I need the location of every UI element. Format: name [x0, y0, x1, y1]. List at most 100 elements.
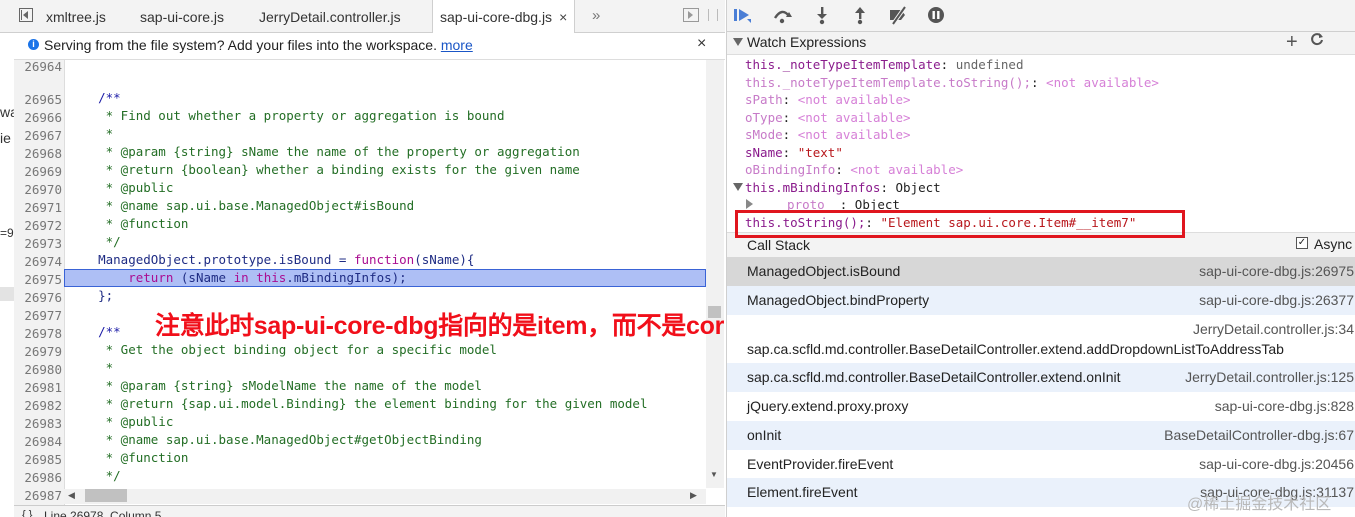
line-number[interactable]: 26976	[14, 289, 62, 307]
code-line[interactable]: * @param {string} sName the name of the …	[68, 143, 580, 161]
watch-item-expandable[interactable]: this.mBindingInfos: Object	[745, 179, 941, 197]
code-line[interactable]: * @public	[68, 179, 174, 197]
line-number[interactable]: 26980	[14, 361, 62, 379]
line-number-gutter[interactable]: 26964 26965 26966 26967 26968 26969 2697…	[14, 58, 65, 505]
code-line[interactable]: * @return {boolean} whether a binding ex…	[68, 161, 580, 179]
line-number[interactable]: 26969	[14, 163, 62, 181]
watch-item[interactable]: oBindingInfo: <not available>	[745, 161, 963, 179]
frame-location-link[interactable]: sap-ui-core-dbg.js:828	[1215, 392, 1354, 421]
code-line[interactable]: };	[68, 287, 113, 305]
pause-on-exceptions-icon[interactable]	[925, 5, 947, 25]
code-line[interactable]: *	[68, 359, 114, 377]
scroll-right-arrow-icon[interactable]: ▶	[690, 490, 697, 501]
async-checkbox[interactable]: ✓	[1296, 237, 1308, 249]
line-number[interactable]: 26973	[14, 235, 62, 253]
vertical-scrollbar[interactable]	[706, 60, 724, 488]
call-frame[interactable]: jQuery.extend.proxy.proxy sap-ui-core-dbg…	[727, 392, 1355, 421]
tab-jerrydetail-controller[interactable]: JerryDetail.controller.js	[259, 0, 401, 32]
watch-item[interactable]: sName: "text"	[745, 144, 843, 162]
call-frame[interactable]: sap.ca.scfld.md.controller.BaseDetailCon…	[727, 363, 1355, 392]
infobar-more-link[interactable]: more	[441, 37, 473, 53]
watch-expressions-header[interactable]: Watch Expressions +	[727, 31, 1355, 55]
step-into-icon[interactable]	[811, 5, 833, 25]
expand-triangle-icon[interactable]	[733, 38, 743, 46]
editor-status-bar: { } Line 26978, Column 5	[14, 505, 725, 517]
code-line[interactable]: */	[68, 467, 121, 485]
line-number[interactable]: 26983	[14, 415, 62, 433]
toggle-navigator-icon[interactable]	[19, 8, 33, 22]
watch-item[interactable]: oType: <not available>	[745, 109, 911, 127]
horizontal-scroll-thumb[interactable]	[85, 489, 127, 502]
expand-triangle-icon[interactable]	[733, 183, 743, 191]
code-line[interactable]: * @function	[68, 449, 189, 467]
frame-location-link[interactable]: sap-ui-core-dbg.js:20456	[1199, 450, 1354, 479]
code-line[interactable]: * @return {sap.ui.model.Binding} the ele…	[68, 395, 648, 413]
code-line[interactable]: /**	[68, 89, 121, 107]
line-number[interactable]: 26981	[14, 379, 62, 397]
resume-icon[interactable]	[731, 5, 753, 25]
frame-location-link[interactable]: BaseDetailController-dbg.js:67	[1164, 421, 1354, 450]
call-frame[interactable]: JerryDetail.controller.js:34 sap.ca.scfld…	[727, 315, 1355, 363]
info-icon: i	[28, 39, 39, 50]
code-line[interactable]: * @name sap.ui.base.ManagedObject#getObj…	[68, 431, 482, 449]
line-number[interactable]: 26978	[14, 325, 62, 343]
code-line[interactable]: * Get the object binding object for a sp…	[68, 341, 497, 359]
more-tabs-button[interactable]: »	[592, 0, 600, 32]
code-line[interactable]: /**	[68, 323, 121, 341]
scroll-down-arrow-icon[interactable]: ▼	[710, 470, 718, 479]
code-line[interactable]: * @param {string} sModelName the name of…	[68, 377, 482, 395]
line-number[interactable]: 26979	[14, 343, 62, 361]
code-line-paused[interactable]: return (sName in this.mBindingInfos);	[68, 269, 407, 287]
line-number[interactable]: 26970	[14, 181, 62, 199]
refresh-watch-icon[interactable]	[1310, 32, 1324, 51]
line-number[interactable]: 26965	[14, 91, 62, 109]
code-line[interactable]: *	[68, 125, 114, 143]
frame-function: ManagedObject.isBound	[747, 263, 901, 279]
line-number[interactable]: 26974	[14, 253, 62, 271]
watch-item[interactable]: this._noteTypeItemTemplate.toString();: …	[745, 74, 1159, 92]
line-number[interactable]: 26987	[14, 487, 62, 505]
tab-xmltree[interactable]: xmltree.js	[46, 0, 106, 32]
watch-item[interactable]: sMode: <not available>	[745, 126, 911, 144]
pretty-print-icon[interactable]: { }	[22, 509, 32, 517]
call-frame[interactable]: EventProvider.fireEvent sap-ui-core-dbg.j…	[727, 450, 1355, 479]
frame-location-link[interactable]: sap-ui-core-dbg.js:26377	[1199, 286, 1354, 315]
frame-location-link[interactable]: sap-ui-core-dbg.js:26975	[1199, 257, 1354, 286]
horizontal-scrollbar[interactable]	[64, 489, 706, 504]
frame-location-link[interactable]: JerryDetail.controller.js:125	[1185, 363, 1354, 392]
line-number[interactable]: 26971	[14, 199, 62, 217]
close-tab-icon[interactable]: ×	[559, 9, 567, 25]
call-frame[interactable]: ManagedObject.bindProperty sap-ui-core-db…	[727, 286, 1355, 315]
code-line[interactable]: * @name sap.ui.base.ManagedObject#isBoun…	[68, 197, 415, 215]
line-number[interactable]: 26968	[14, 145, 62, 163]
tab-sap-ui-core[interactable]: sap-ui-core.js	[140, 0, 224, 32]
line-number[interactable]: 26985	[14, 451, 62, 469]
step-out-icon[interactable]	[849, 5, 871, 25]
collapsed-triangle-icon[interactable]	[746, 199, 753, 209]
line-number[interactable]: 26972	[14, 217, 62, 235]
call-frame-selected[interactable]: ManagedObject.isBound sap-ui-core-dbg.js:…	[727, 257, 1355, 286]
close-infobar-icon[interactable]: ×	[697, 35, 706, 53]
code-line[interactable]: * @function	[68, 215, 189, 233]
line-number[interactable]: 26967	[14, 127, 62, 145]
code-line[interactable]: * @public	[68, 413, 174, 431]
step-over-icon[interactable]	[771, 5, 793, 25]
line-number[interactable]: 26975	[14, 271, 62, 289]
line-number[interactable]: 26977	[14, 307, 62, 325]
code-line[interactable]: * Find out whether a property or aggrega…	[68, 107, 505, 125]
call-frame[interactable]: onInit BaseDetailController-dbg.js:67	[727, 421, 1355, 450]
line-number[interactable]: 26966	[14, 109, 62, 127]
deactivate-breakpoints-icon[interactable]	[887, 5, 909, 26]
line-number[interactable]: 26986	[14, 469, 62, 487]
toggle-debugger-icon[interactable]	[683, 8, 699, 22]
add-watch-icon[interactable]: +	[1286, 31, 1298, 54]
watch-item[interactable]: this._noteTypeItemTemplate: undefined	[745, 56, 1023, 74]
line-number[interactable]: 26982	[14, 397, 62, 415]
watch-item[interactable]: sPath: <not available>	[745, 91, 911, 109]
code-line[interactable]: ManagedObject.prototype.isBound = functi…	[68, 251, 474, 269]
tab-sap-ui-core-dbg[interactable]: sap-ui-core-dbg.js ×	[432, 0, 576, 33]
code-line[interactable]: */	[68, 233, 121, 251]
line-number[interactable]: 26964	[14, 58, 62, 76]
scroll-left-arrow-icon[interactable]: ◀	[68, 490, 75, 501]
line-number[interactable]: 26984	[14, 433, 62, 451]
